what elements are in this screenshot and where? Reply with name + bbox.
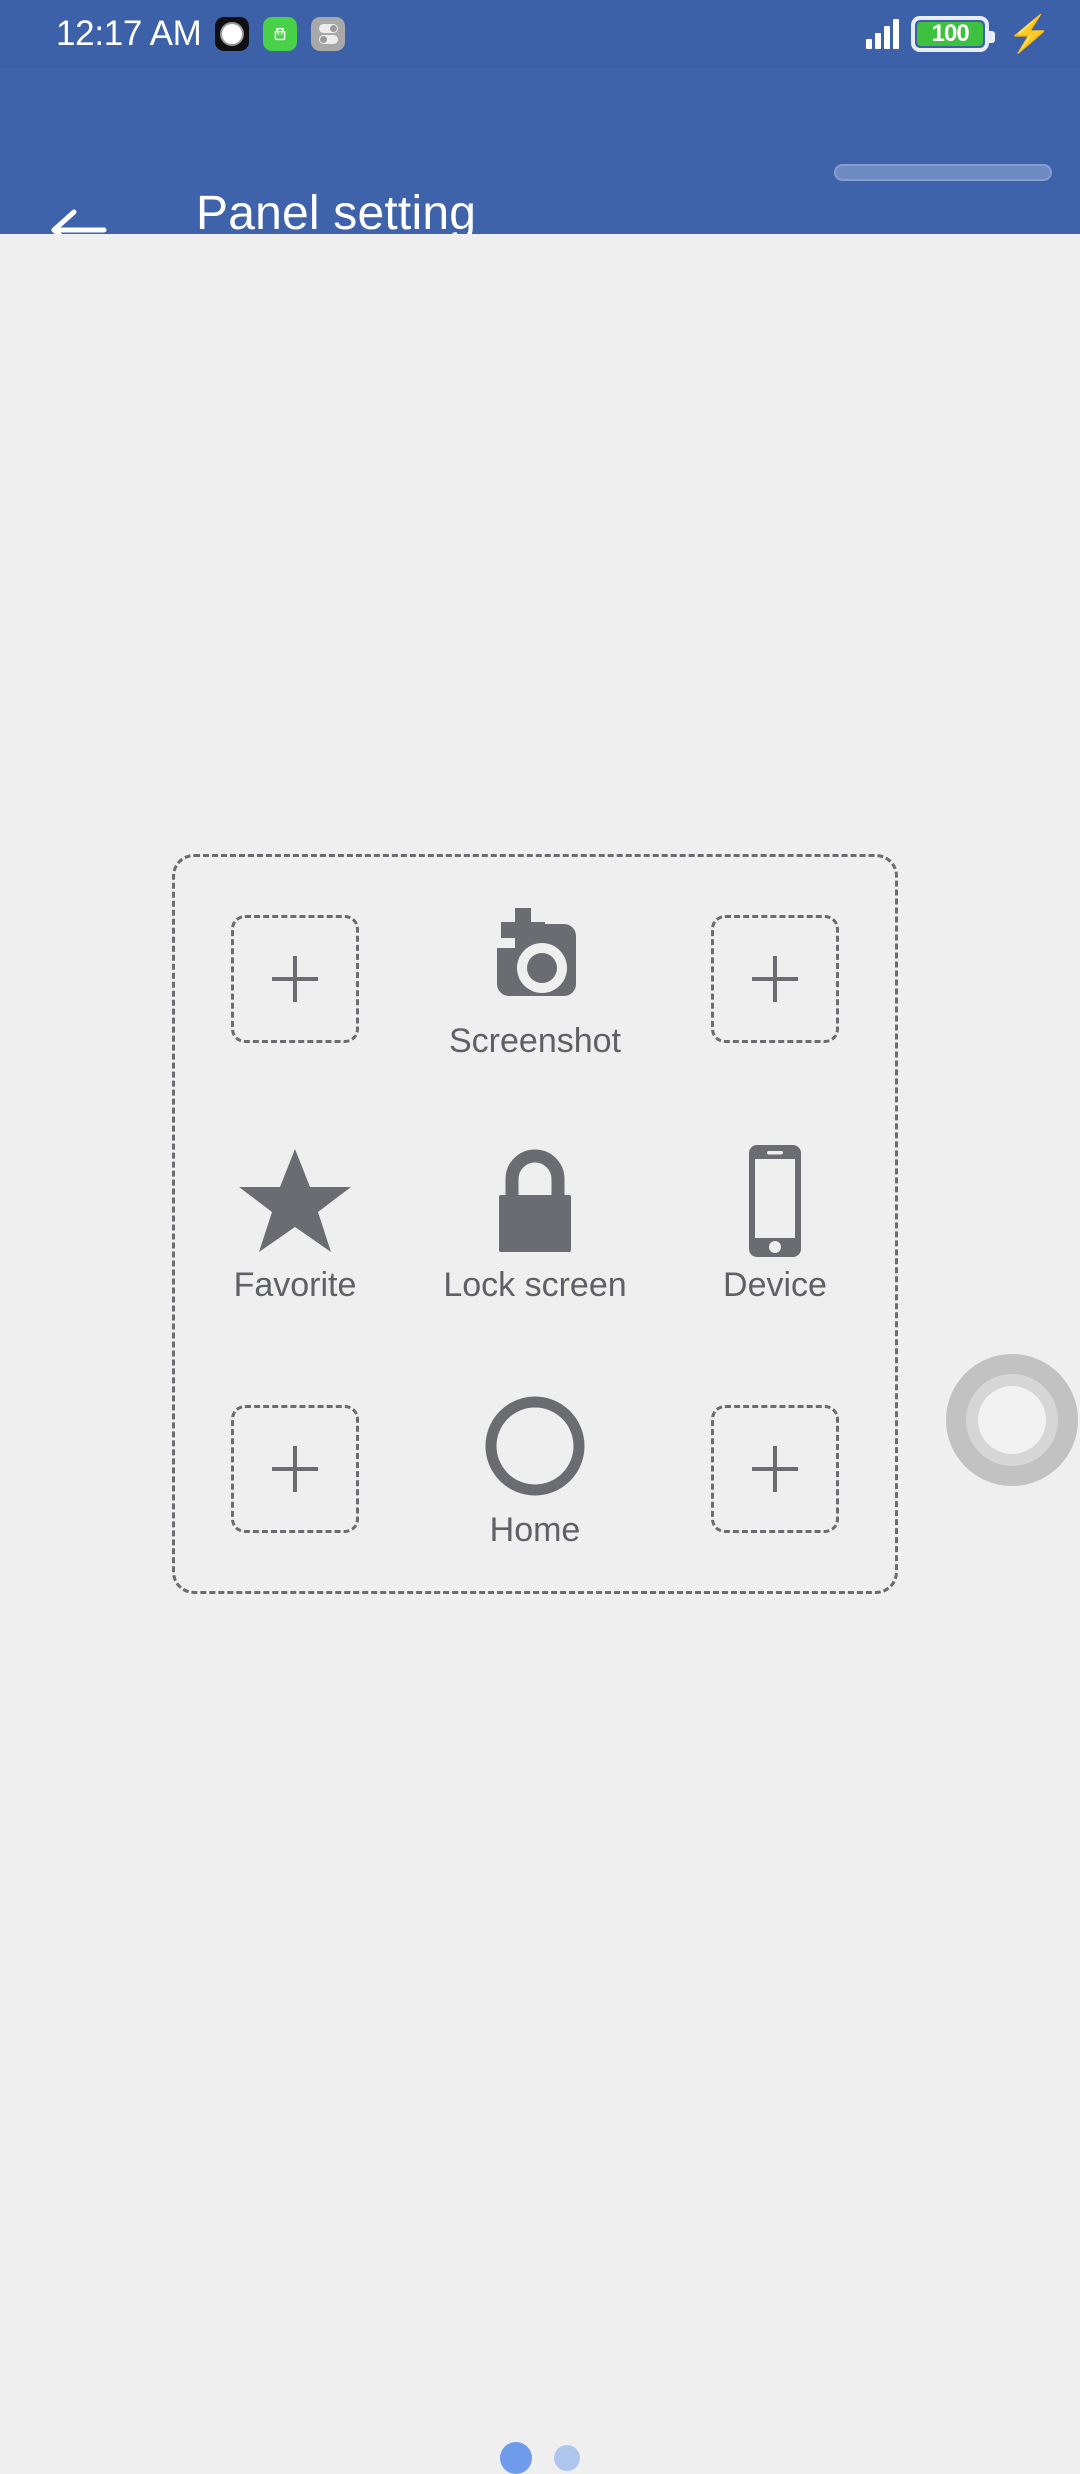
status-bar: 12:17 AM 100 ⚡ xyxy=(0,0,1080,68)
panel-cell-lock-screen[interactable]: Lock screen xyxy=(415,1102,655,1347)
star-icon xyxy=(236,1142,354,1260)
assistive-touch-ball[interactable] xyxy=(946,1354,1078,1486)
assistive-touch-ball-core xyxy=(978,1386,1046,1454)
plus-icon xyxy=(711,1404,839,1533)
page-dot-1[interactable] xyxy=(500,2442,532,2474)
battery-icon: 100 xyxy=(911,16,996,52)
camera-capture-icon xyxy=(215,17,250,51)
android-robot-icon xyxy=(263,17,298,51)
charging-bolt-icon: ⚡ xyxy=(1007,13,1052,54)
panel-cell-empty-r3c3[interactable] xyxy=(655,1346,895,1591)
panel-cell-empty-r3c1[interactable] xyxy=(175,1346,415,1591)
app-bar: Panel setting xyxy=(0,68,1080,251)
plus-icon xyxy=(231,915,359,1044)
cellular-signal-icon xyxy=(866,19,900,49)
panel-cell-label: Favorite xyxy=(233,1266,357,1305)
panel-cell-favorite[interactable]: Favorite xyxy=(175,1102,415,1347)
page-title: Panel setting xyxy=(196,187,477,240)
panel-cell-label: Device xyxy=(723,1266,827,1305)
status-bar-right: 100 ⚡ xyxy=(866,16,1052,52)
battery-level-label: 100 xyxy=(931,20,970,47)
panel-cell-label: Lock screen xyxy=(443,1266,627,1305)
header-pill-indicator[interactable] xyxy=(834,164,1052,181)
toggles-settings-icon xyxy=(311,17,346,51)
page-dot-2[interactable] xyxy=(554,2445,580,2471)
home-circle-icon xyxy=(480,1387,590,1505)
smartphone-icon xyxy=(735,1142,815,1260)
panel-cell-device[interactable]: Device xyxy=(655,1102,895,1347)
plus-icon xyxy=(231,1404,359,1533)
screenshot-icon xyxy=(475,898,595,1016)
plus-icon xyxy=(711,915,839,1044)
panel-cell-screenshot[interactable]: Screenshot xyxy=(415,857,655,1102)
status-clock: 12:17 AM xyxy=(56,14,202,53)
panel-cell-empty-r1c1[interactable] xyxy=(175,857,415,1102)
content-area: Screenshot Favorite Lock screen Device H… xyxy=(0,234,1080,2474)
panel-cell-home[interactable]: Home xyxy=(415,1346,655,1591)
panel-cell-empty-r1c3[interactable] xyxy=(655,857,895,1102)
page-indicator xyxy=(0,2442,1080,2474)
panel-cell-label: Screenshot xyxy=(449,1021,621,1060)
panel-grid: Screenshot Favorite Lock screen Device H… xyxy=(172,854,898,1594)
lock-icon xyxy=(485,1142,585,1260)
assistive-touch-ball-ring xyxy=(966,1374,1058,1466)
status-bar-left: 12:17 AM xyxy=(56,14,346,54)
panel-cell-label: Home xyxy=(489,1511,581,1550)
